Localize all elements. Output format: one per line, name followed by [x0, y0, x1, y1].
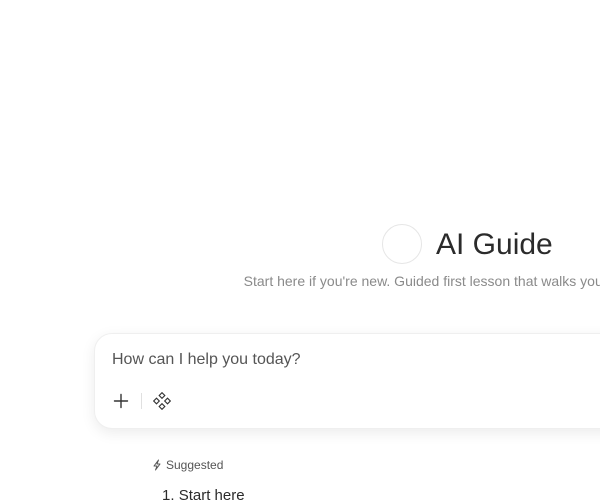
agent-avatar — [382, 224, 422, 264]
add-attachment-button[interactable] — [110, 390, 132, 412]
diamond-cluster-icon — [153, 392, 171, 410]
chat-landing-page: AI Guide Start here if you're new. Guide… — [0, 0, 600, 500]
skills-button[interactable] — [151, 390, 173, 412]
agent-title: AI Guide — [436, 228, 553, 261]
chat-input[interactable] — [112, 351, 592, 369]
sparkle-icon — [153, 459, 161, 471]
suggested-label: Suggested — [166, 458, 224, 472]
suggested-item-start-here[interactable]: 1. Start here — [162, 487, 245, 500]
suggested-item-number: 1. — [162, 487, 175, 500]
suggested-header: Suggested — [151, 458, 223, 472]
suggested-item-label: Start here — [178, 487, 245, 500]
toolbar-divider — [141, 393, 142, 409]
plus-icon — [113, 393, 129, 409]
agent-description: Start here if you're new. Guided first l… — [243, 273, 600, 289]
chat-composer — [94, 333, 600, 429]
